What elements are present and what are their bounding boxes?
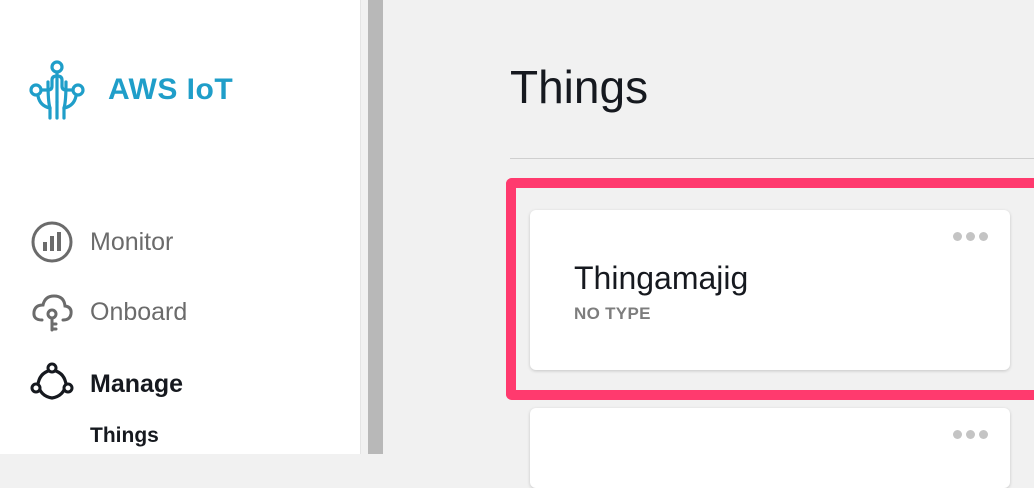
nav-item-monitor[interactable]: Monitor [30,220,173,264]
nav-item-onboard[interactable]: Onboard [30,290,187,334]
menu-dot [966,232,975,241]
aws-iot-logo-icon [29,60,85,120]
thing-type: NO TYPE [574,304,651,323]
nav-item-manage[interactable]: Manage [30,362,183,406]
menu-dot [979,232,988,241]
manage-nodes-icon [30,362,74,400]
more-options-icon[interactable] [953,232,988,241]
bar-chart-icon [31,221,73,263]
brand-name: AWS IoT [108,73,234,106]
menu-dot [953,430,962,439]
nav-label-manage: Manage [90,369,184,398]
cloud-icon [32,294,73,332]
nav-label-onboard: Onboard [90,297,188,326]
menu-dot [953,232,962,241]
menu-dot [979,430,988,439]
menu-dot [966,430,975,439]
thing-card[interactable]: Thingamajig NO TYPE [530,210,1010,370]
more-options-icon[interactable] [953,430,988,439]
nav-subitem-things[interactable]: Things [90,424,159,448]
page-title: Things [510,61,649,113]
brand-logo[interactable]: AWS IoT [28,58,233,122]
nav-label-monitor: Monitor [90,227,174,256]
title-divider [510,158,1034,159]
thing-card[interactable] [530,408,1010,488]
sidebar: AWS IoT Monitor Onboard Manage Things [0,0,361,454]
thing-name: Thingamajig [574,260,749,296]
sidebar-resize-handle[interactable] [368,0,383,454]
